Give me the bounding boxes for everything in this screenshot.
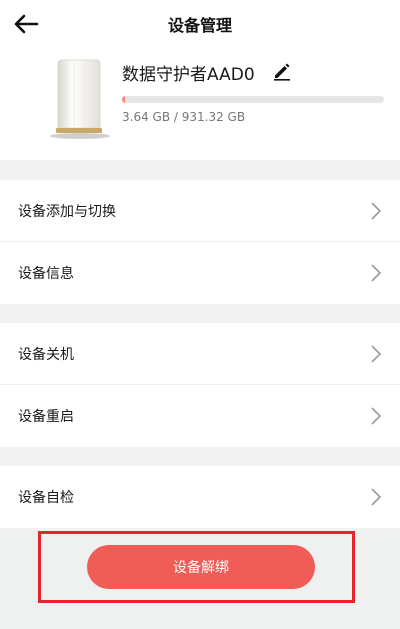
chevron-right-icon	[371, 488, 382, 506]
menu-item-add-switch-device[interactable]: 设备添加与切换	[0, 180, 400, 242]
chevron-right-icon	[371, 407, 382, 425]
chevron-right-icon	[371, 344, 382, 363]
menu-item-label: 设备重启	[18, 409, 74, 425]
device-image	[50, 59, 110, 139]
unbind-device-button[interactable]: 设备解绑	[87, 545, 315, 589]
menu-group-2: 设备关机 设备重启	[0, 323, 400, 447]
device-header: 设备管理 数据守护者AAD0 3.64 GB / 931.32 GB	[0, 0, 400, 160]
menu-item-label: 设备关机	[18, 346, 74, 363]
pencil-icon	[274, 63, 290, 81]
menu-item-shutdown[interactable]: 设备关机	[0, 323, 400, 385]
chevron-right-icon	[371, 264, 382, 282]
menu-group-1: 设备添加与切换 设备信息	[0, 180, 400, 304]
page-title: 设备管理	[167, 16, 232, 35]
menu-item-restart[interactable]: 设备重启	[0, 385, 400, 447]
menu-item-device-info[interactable]: 设备信息	[0, 242, 400, 304]
menu-item-label: 设备添加与切换	[18, 203, 116, 220]
menu-group-3: 设备自检	[0, 466, 400, 528]
edit-name-button[interactable]	[271, 60, 293, 82]
menu-item-label: 设备信息	[18, 266, 74, 282]
storage-progress-bar	[122, 96, 384, 103]
chevron-right-icon	[371, 201, 382, 220]
menu-item-label: 设备自检	[18, 490, 74, 506]
menu-item-self-check[interactable]: 设备自检	[0, 466, 400, 528]
storage-progress-fill	[122, 96, 126, 103]
storage-usage-text: 3.64 GB / 931.32 GB	[122, 110, 246, 124]
device-name: 数据守护者AAD0	[122, 65, 255, 85]
